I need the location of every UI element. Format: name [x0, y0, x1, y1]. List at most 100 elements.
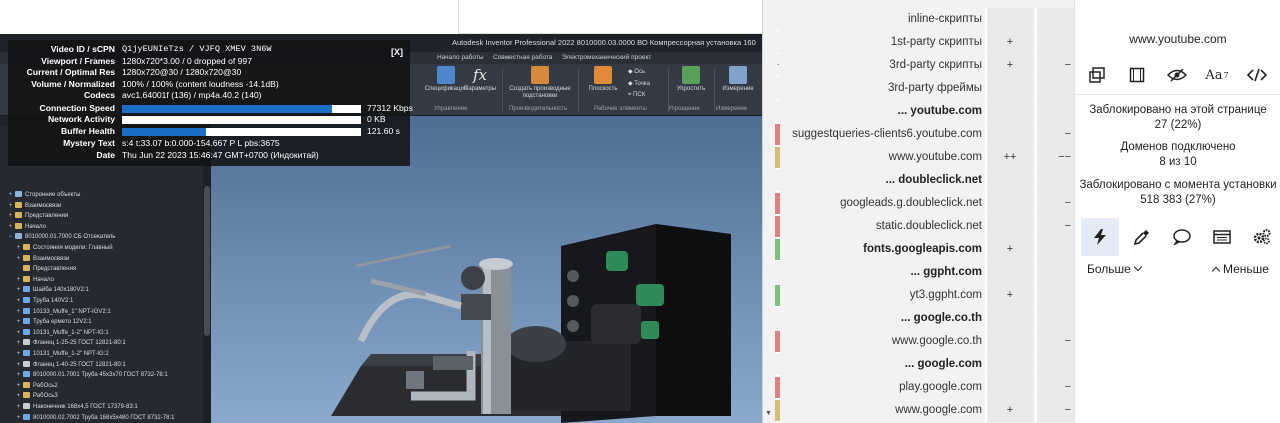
block-cell[interactable]: −− [1035, 146, 1075, 169]
host-row[interactable]: 3rd-party скрипты + − [775, 54, 1075, 77]
host-row[interactable]: inline-скрипты [775, 8, 1075, 31]
expand-icon[interactable]: + [7, 190, 14, 201]
power-button[interactable] [1141, 0, 1215, 20]
host-row[interactable]: www.google.co.th − [775, 330, 1075, 353]
report-issue-button[interactable] [1167, 222, 1197, 252]
javascript-toggle[interactable] [1241, 60, 1273, 90]
domain-group-row[interactable]: ... doubleclick.net [775, 169, 1075, 192]
block-cell[interactable]: − [1035, 330, 1075, 353]
host-row[interactable]: yt3.ggpht.com + [775, 284, 1075, 307]
less-button[interactable]: Меньше [1209, 262, 1269, 276]
domain-group-row[interactable]: ... google.co.th [775, 307, 1075, 330]
allow-cell[interactable]: ++ [985, 146, 1033, 169]
allow-cell[interactable] [985, 192, 1033, 215]
tree-node[interactable]: +10131_Muffe_1-2" NPT-IG:2 [0, 349, 109, 360]
block-cell[interactable] [1035, 8, 1075, 31]
domain-group-row[interactable]: ... youtube.com [775, 100, 1075, 123]
host-row[interactable]: 1st-party скрипты + [775, 31, 1075, 54]
tree-node[interactable]: Представления [0, 264, 76, 275]
tree-node[interactable]: + Наконечник 168x4,5 ГОСТ 17379-83:1 [0, 402, 138, 413]
block-cell[interactable] [1035, 284, 1075, 307]
block-cell[interactable] [1035, 261, 1075, 284]
tree-node[interactable]: +8010000.01.7001 Труба 45x3x70 ГОСТ 8732… [0, 370, 168, 381]
expand-icon[interactable]: + [15, 402, 22, 413]
simplify-button[interactable]: Упростить [672, 66, 710, 93]
allow-cell[interactable] [985, 353, 1033, 376]
domain-group-row[interactable]: ... ggpht.com [775, 261, 1075, 284]
expand-icon[interactable]: + [15, 349, 22, 360]
allow-cell[interactable] [985, 261, 1033, 284]
remote-fonts-toggle[interactable]: Aa 7 [1201, 60, 1233, 90]
host-row[interactable]: static.doubleclick.net − [775, 215, 1075, 238]
measure-button[interactable]: Измерение [718, 66, 758, 93]
expand-icon[interactable]: + [15, 391, 22, 402]
allow-cell[interactable] [985, 330, 1033, 353]
tree-node[interactable]: + Начало [0, 275, 54, 286]
expand-icon[interactable]: + [7, 211, 14, 222]
block-cell[interactable]: − [1035, 215, 1075, 238]
tree-node[interactable]: + Начало [0, 222, 46, 233]
ucs-button[interactable]: ⌖ ПСК [628, 92, 645, 99]
dashboard-button[interactable] [1247, 222, 1277, 252]
tree-scroll-thumb[interactable] [204, 186, 210, 336]
allow-cell[interactable]: + [985, 284, 1033, 307]
expand-icon[interactable]: + [15, 413, 22, 423]
expand-icon[interactable]: + [15, 370, 22, 381]
expand-icon[interactable]: + [15, 275, 22, 286]
block-cell[interactable] [1035, 238, 1075, 261]
tree-node[interactable]: +10133_Muffe_1" NPT-IGV2:1 [0, 307, 111, 318]
expand-icon[interactable]: + [15, 317, 22, 328]
host-row[interactable]: 3rd-party фреймы [775, 77, 1075, 100]
expand-icon[interactable]: + [15, 360, 22, 371]
block-cell[interactable]: − [1035, 54, 1075, 77]
tree-node[interactable]: − 8010000.01.7000 СБ Отсекатель [0, 232, 115, 243]
block-cell[interactable]: − [1035, 399, 1075, 422]
create-derived-button[interactable]: Создать производные подстановки [505, 66, 575, 100]
block-cell[interactable] [1035, 77, 1075, 100]
tree-node[interactable]: + Состояния модели: Главный [0, 243, 113, 254]
allow-cell[interactable]: + [985, 238, 1033, 261]
tab-electromechanical[interactable]: Электромеханический проект [562, 52, 651, 64]
block-cell[interactable]: − [1035, 376, 1075, 399]
allow-cell[interactable] [985, 77, 1033, 100]
allow-cell[interactable] [985, 100, 1033, 123]
expand-icon[interactable]: + [15, 381, 22, 392]
allow-cell[interactable] [985, 215, 1033, 238]
expand-icon[interactable]: + [15, 296, 22, 307]
allow-cell[interactable]: + [985, 399, 1033, 422]
tree-node[interactable]: + Взаимосвязи [0, 201, 61, 212]
expand-icon[interactable]: + [15, 243, 22, 254]
tree-node[interactable]: + Представления [0, 211, 68, 222]
allow-cell[interactable]: + [985, 54, 1033, 77]
more-button[interactable]: Больше [1087, 262, 1145, 276]
block-cell[interactable]: − [1035, 192, 1075, 215]
host-row[interactable]: googleads.g.doubleclick.net − [775, 192, 1075, 215]
popup-blocker-toggle[interactable] [1081, 60, 1113, 90]
expand-icon[interactable]: + [15, 338, 22, 349]
list-scrollbar[interactable]: ▼ [763, 0, 775, 423]
expand-icon[interactable]: + [7, 201, 14, 212]
block-cell[interactable] [1035, 353, 1075, 376]
allow-cell[interactable] [985, 8, 1033, 31]
tree-node[interactable]: +8010000.02.7002 Труба 168x5x480 ГОСТ 87… [0, 413, 174, 423]
host-row[interactable]: suggestqueries-clients6.youtube.com − [775, 123, 1075, 146]
tree-node[interactable]: + Сторонние объекты [0, 190, 80, 201]
block-cell[interactable]: − [1035, 123, 1075, 146]
element-zapper-button[interactable] [1085, 222, 1115, 252]
expand-icon[interactable]: + [7, 222, 14, 233]
allow-cell[interactable] [985, 123, 1033, 146]
tree-node[interactable]: +10131_Muffe_1-2" NPT-IG:1 [0, 328, 109, 339]
block-cell[interactable] [1035, 307, 1075, 330]
tree-node[interactable]: + Фланец 1-40-25 ГОСТ 12821-80:1 [0, 360, 126, 371]
params-button[interactable]: fx Параметры [462, 66, 498, 93]
tree-node[interactable]: + Труба 140V2:1 [0, 296, 73, 307]
domain-group-row[interactable]: fonts.googleapis.com + [775, 238, 1075, 261]
logger-button[interactable] [1207, 222, 1237, 252]
cosmetic-filter-toggle[interactable] [1161, 60, 1193, 90]
expand-icon[interactable]: + [15, 328, 22, 339]
element-picker-button[interactable] [1127, 222, 1157, 252]
tree-node[interactable]: + Труба ермето 12V2:1 [0, 317, 92, 328]
expand-icon[interactable]: + [15, 307, 22, 318]
allow-cell[interactable] [985, 376, 1033, 399]
host-row[interactable]: www.youtube.com ++ −− [775, 146, 1075, 169]
